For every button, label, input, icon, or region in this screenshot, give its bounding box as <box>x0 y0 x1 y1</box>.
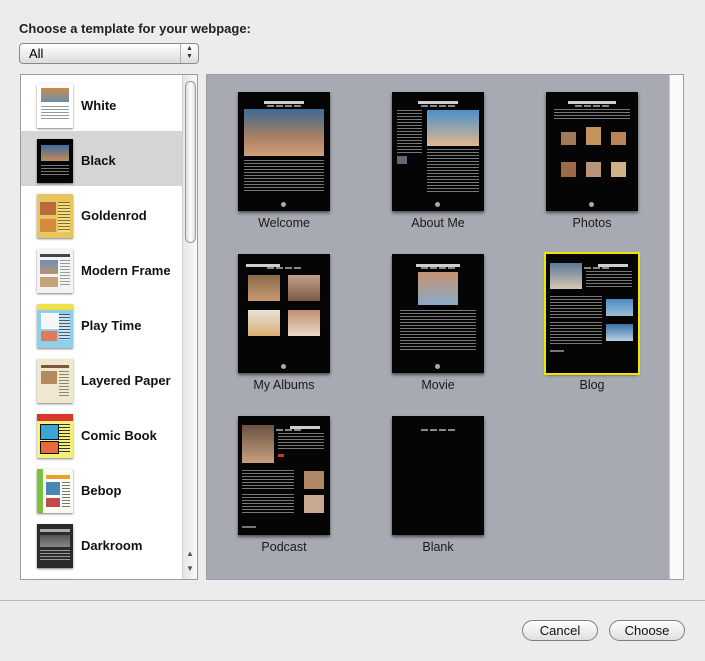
theme-thumbnail-partial <box>37 579 73 580</box>
theme-item-layered-paper[interactable]: Layered Paper <box>21 351 184 406</box>
theme-thumbnail-play-time <box>37 304 73 348</box>
template-label: Blog <box>579 378 605 392</box>
choose-button[interactable]: Choose <box>609 620 685 641</box>
theme-item-goldenrod[interactable]: Goldenrod <box>21 186 184 241</box>
template-thumbnail-movie <box>392 254 484 373</box>
template-label: About Me <box>411 216 465 230</box>
theme-item-play-time[interactable]: Play Time <box>21 296 184 351</box>
scrollbar-thumb[interactable] <box>185 81 196 243</box>
template-label: Movie <box>421 378 455 392</box>
template-grid-scrollbar[interactable] <box>669 75 683 579</box>
theme-thumbnail-black <box>37 139 73 183</box>
theme-item-bebop[interactable]: Bebop <box>21 461 184 516</box>
template-grid[interactable]: Welcome About Me Photos My Albums Movie … <box>206 74 684 580</box>
theme-label: Modern Frame <box>81 263 171 278</box>
theme-item-white[interactable]: White <box>21 76 184 131</box>
template-label: Podcast <box>261 540 307 554</box>
theme-thumbnail-comic-book <box>37 414 73 458</box>
theme-label: Goldenrod <box>81 208 147 223</box>
template-thumbnail-photos <box>546 92 638 211</box>
dialog-title: Choose a template for your webpage: <box>19 21 251 36</box>
template-label: My Albums <box>253 378 315 392</box>
theme-item-partial <box>21 571 184 580</box>
template-thumbnail-my-albums <box>238 254 330 373</box>
template-thumbnail-blank <box>392 416 484 535</box>
theme-label: Layered Paper <box>81 373 171 388</box>
template-thumbnail-blog <box>544 252 640 375</box>
template-label: Photos <box>572 216 612 230</box>
filter-selected-value: All <box>29 46 44 61</box>
theme-thumbnail-layered-paper <box>37 359 73 403</box>
theme-label: Comic Book <box>81 428 157 443</box>
footer-divider <box>0 600 705 601</box>
template-label: Welcome <box>258 216 310 230</box>
template-welcome[interactable]: Welcome <box>229 92 339 230</box>
template-movie[interactable]: Movie <box>383 254 493 392</box>
template-photos[interactable]: Photos <box>537 92 647 230</box>
theme-label: Darkroom <box>81 538 143 553</box>
template-filter-select[interactable]: All ▲ ▼ <box>19 43 199 64</box>
theme-thumbnail-white <box>37 84 73 128</box>
template-label: Blank <box>422 540 454 554</box>
template-thumbnail-welcome <box>238 92 330 211</box>
theme-thumbnail-modern-frame <box>37 249 73 293</box>
theme-thumbnail-darkroom <box>37 524 73 568</box>
scroll-down-arrow-icon[interactable]: ▼ <box>185 564 195 573</box>
template-podcast[interactable]: Podcast <box>229 416 339 554</box>
theme-thumbnail-bebop <box>37 469 73 513</box>
template-blank[interactable]: Blank <box>383 416 493 554</box>
theme-list[interactable]: White Black Goldenrod Modern Frame Play … <box>20 74 198 580</box>
theme-label: Bebop <box>81 483 122 498</box>
theme-item-modern-frame[interactable]: Modern Frame <box>21 241 184 296</box>
scroll-up-arrow-icon[interactable]: ▲ <box>185 549 195 558</box>
theme-list-scrollbar[interactable]: ▲ ▼ <box>182 75 197 579</box>
cancel-button[interactable]: Cancel <box>522 620 598 641</box>
theme-item-darkroom[interactable]: Darkroom <box>21 516 184 571</box>
theme-label: Play Time <box>81 318 142 333</box>
theme-thumbnail-goldenrod <box>37 194 73 238</box>
template-thumbnail-podcast <box>238 416 330 535</box>
template-thumbnail-about-me <box>392 92 484 211</box>
theme-label: White <box>81 98 117 113</box>
chevron-up-down-icon: ▲ ▼ <box>180 44 198 63</box>
template-my-albums[interactable]: My Albums <box>229 254 339 392</box>
theme-item-black[interactable]: Black <box>21 131 184 186</box>
template-about-me[interactable]: About Me <box>383 92 493 230</box>
template-blog[interactable]: Blog <box>537 252 647 392</box>
theme-item-comic-book[interactable]: Comic Book <box>21 406 184 461</box>
theme-label: Black <box>81 153 116 168</box>
